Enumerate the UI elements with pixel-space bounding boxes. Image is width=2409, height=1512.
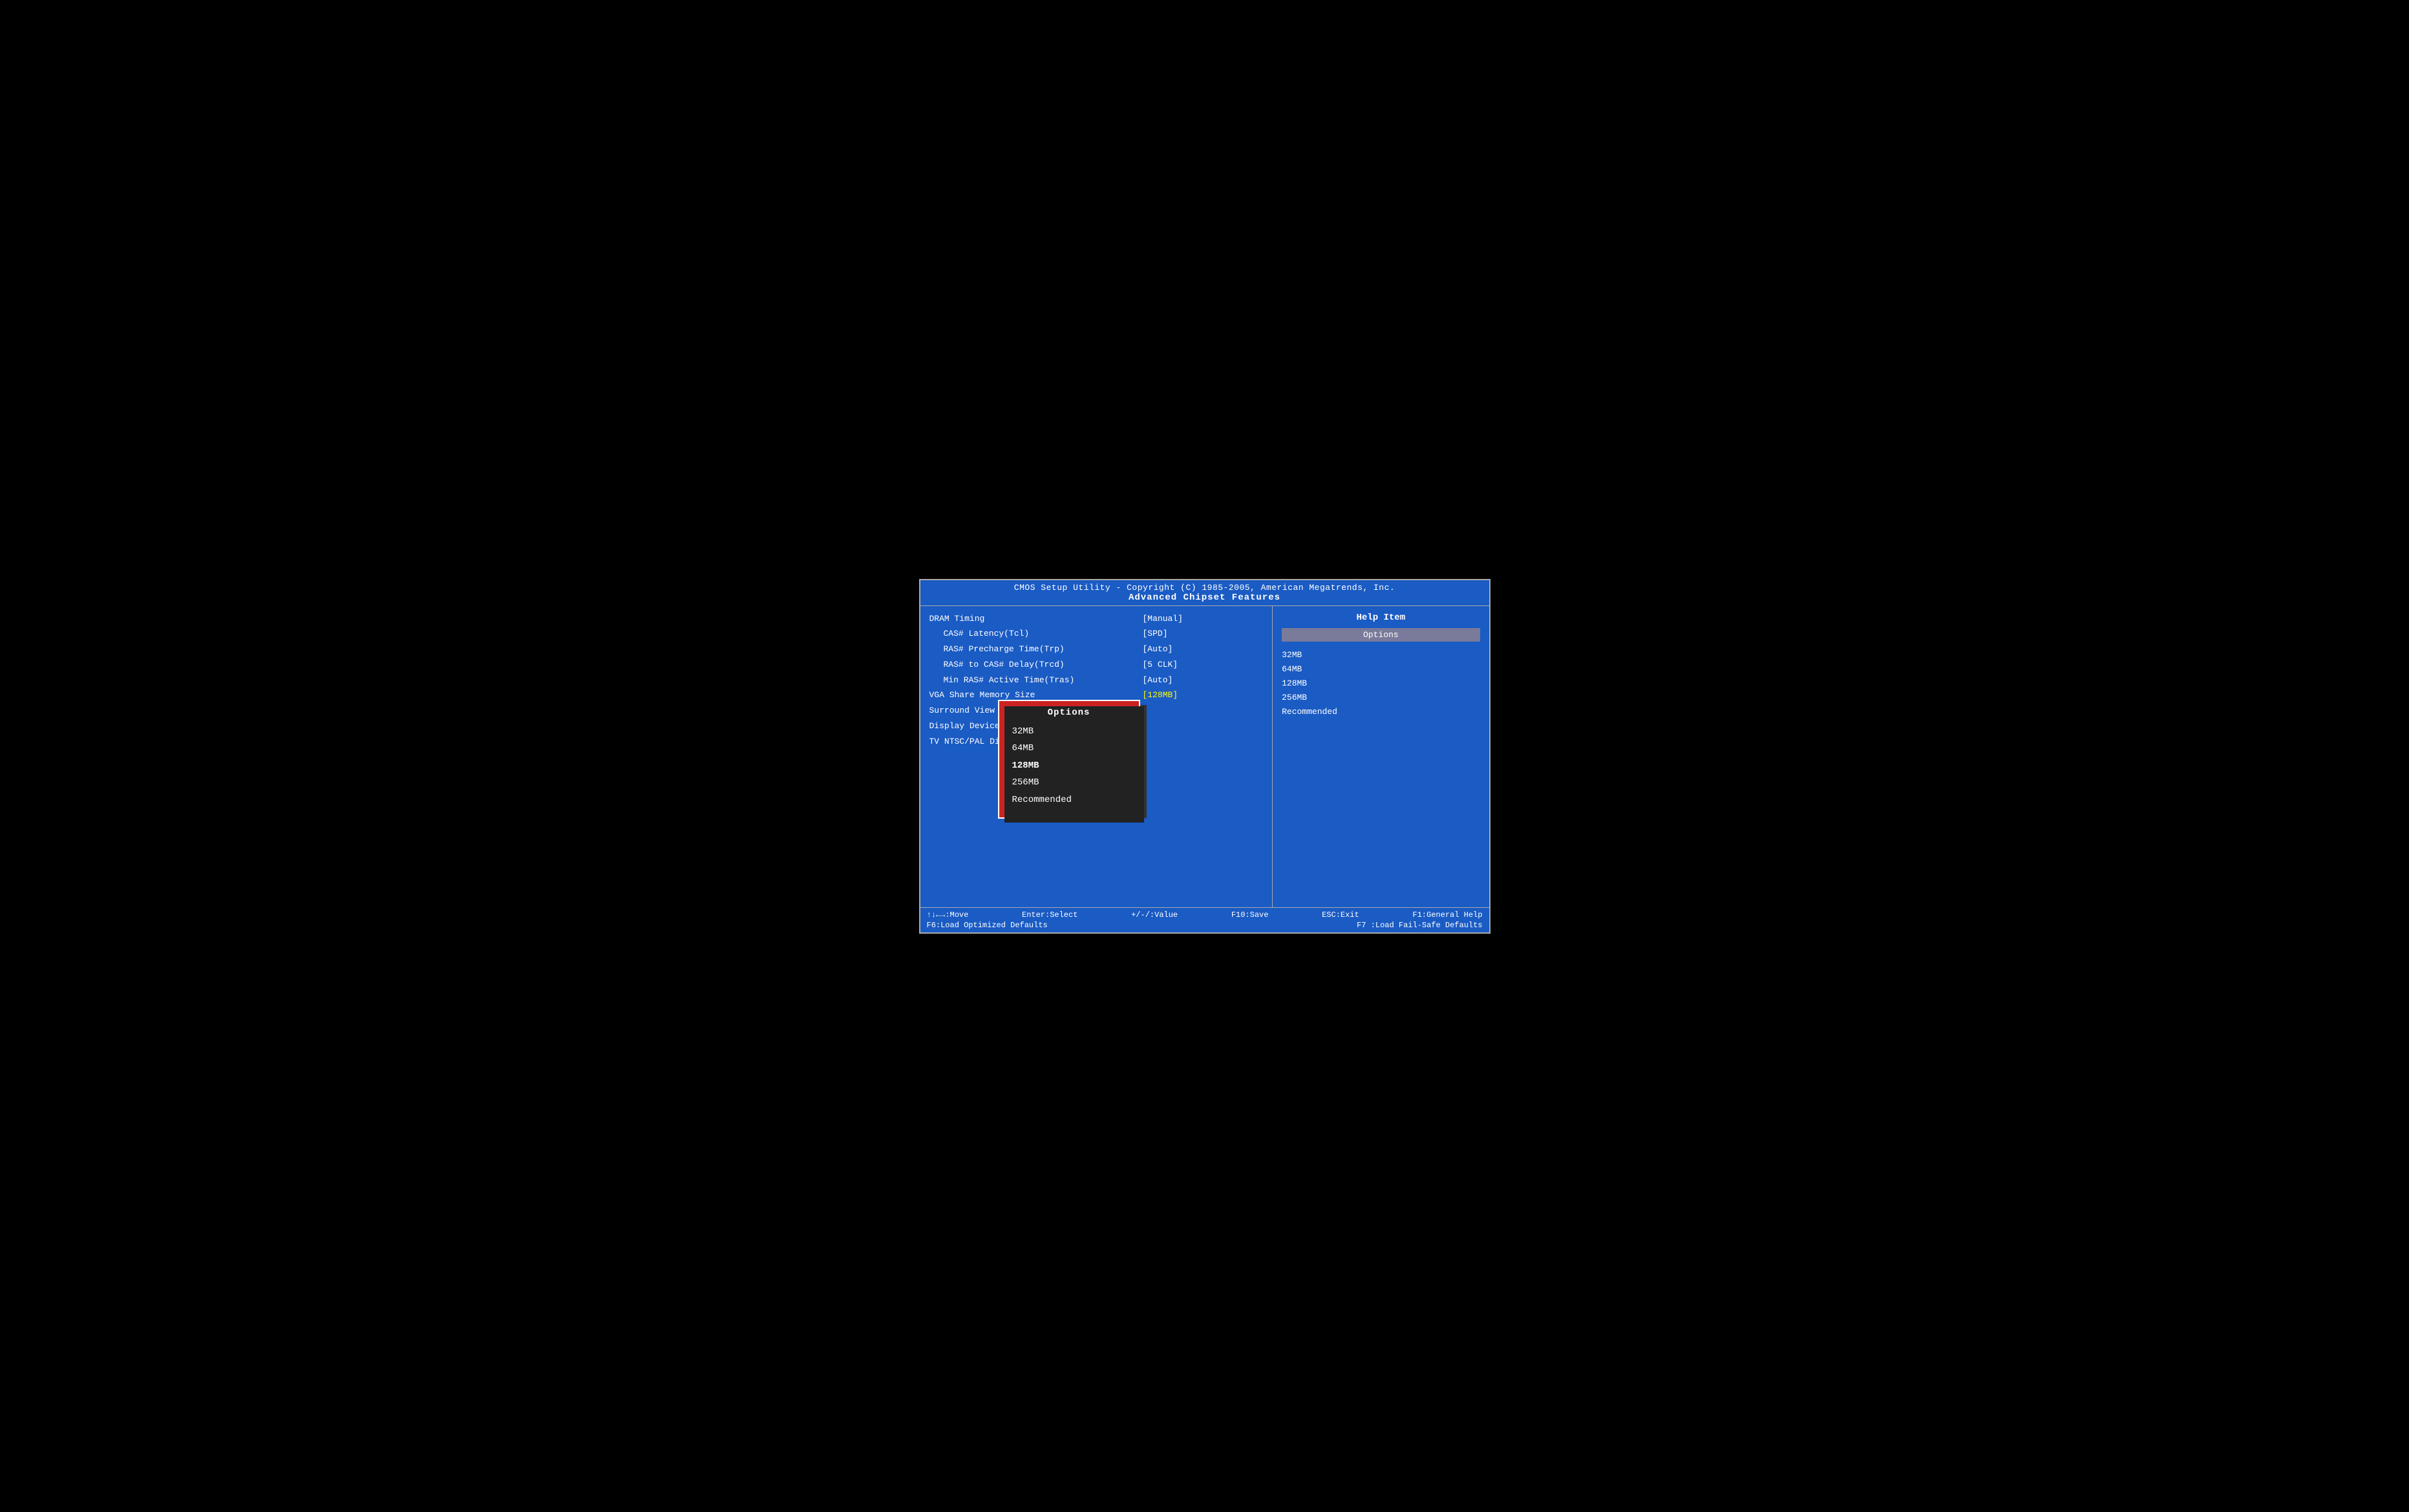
bios-screen: CMOS Setup Utility - Copyright (C) 1985-… [914, 574, 1496, 939]
menu-item-label: RAS# Precharge Time(Trp) [929, 643, 1143, 656]
left-panel: DRAM Timing[Manual]CAS# Latency(Tcl)[SPD… [920, 606, 1273, 907]
main-area: DRAM Timing[Manual]CAS# Latency(Tcl)[SPD… [920, 606, 1489, 907]
menu-item-value: [Auto] [1143, 643, 1173, 656]
help-option: 32MB [1282, 648, 1480, 662]
right-panel: Help Item Options 32MB64MB128MB256MBReco… [1273, 606, 1489, 907]
menu-item-label: Min RAS# Active Time(Tras) [929, 674, 1143, 688]
menu-item[interactable]: Min RAS# Active Time(Tras)[Auto] [929, 674, 1264, 688]
menu-item-label: CAS# Latency(Tcl) [929, 627, 1143, 641]
footer-row1: ↑↓←→:Move Enter:Select +/-/:Value F10:Sa… [927, 910, 1483, 919]
menu-item[interactable]: DRAM Timing[Manual] [929, 613, 1264, 626]
help-option: 64MB [1282, 662, 1480, 677]
help-title: Help Item [1282, 613, 1480, 623]
bios-container: CMOS Setup Utility - Copyright (C) 1985-… [919, 579, 1491, 934]
top-bar: CMOS Setup Utility - Copyright (C) 1985-… [920, 580, 1489, 606]
dropdown-list: 32MB64MB128MB256MBRecommended [1012, 723, 1126, 809]
bottom-bar: ↑↓←→:Move Enter:Select +/-/:Value F10:Sa… [920, 907, 1489, 932]
menu-item-label: DRAM Timing [929, 613, 1143, 626]
footer-f7: F7 :Load Fail-Safe Defaults [1357, 921, 1482, 930]
menu-item[interactable]: RAS# to CAS# Delay(Trcd)[5 CLK] [929, 658, 1264, 672]
menu-item[interactable]: RAS# Precharge Time(Trp)[Auto] [929, 643, 1264, 656]
menu-item-label: RAS# to CAS# Delay(Trcd) [929, 658, 1143, 672]
dropdown-option[interactable]: Recommended [1012, 792, 1126, 809]
options-bar: Options [1282, 628, 1480, 642]
footer-move: ↑↓←→:Move [927, 910, 969, 919]
dropdown-option[interactable]: 64MB [1012, 740, 1126, 757]
dropdown-popup[interactable]: Options 32MB64MB128MB256MBRecommended [998, 700, 1140, 819]
right-options-list: 32MB64MB128MB256MBRecommended [1282, 648, 1480, 719]
footer-enter: Enter:Select [1022, 910, 1077, 919]
dropdown-option[interactable]: 256MB [1012, 774, 1126, 792]
menu-item-value: [5 CLK] [1143, 658, 1178, 672]
footer-f6: F6:Load Optimized Defaults [927, 921, 1048, 930]
help-option: 128MB [1282, 677, 1480, 691]
dropdown-title: Options [1012, 708, 1126, 718]
title-line1: CMOS Setup Utility - Copyright (C) 1985-… [926, 583, 1484, 593]
menu-item[interactable]: CAS# Latency(Tcl)[SPD] [929, 627, 1264, 641]
menu-item-value: [Auto] [1143, 674, 1173, 688]
menu-item-value: [128MB] [1143, 689, 1178, 702]
menu-item-value: [Manual] [1143, 613, 1183, 626]
title-line2: Advanced Chipset Features [926, 593, 1484, 603]
help-option: Recommended [1282, 705, 1480, 719]
dropdown-option[interactable]: 128MB [1012, 757, 1126, 775]
footer-value: +/-/:Value [1131, 910, 1178, 919]
menu-item-value: [SPD] [1143, 627, 1168, 641]
footer-f1: F1:General Help [1412, 910, 1482, 919]
footer-row2: F6:Load Optimized Defaults F7 :Load Fail… [927, 921, 1483, 930]
footer-f10: F10:Save [1231, 910, 1269, 919]
help-option: 256MB [1282, 691, 1480, 705]
footer-esc: ESC:Exit [1322, 910, 1359, 919]
dropdown-option[interactable]: 32MB [1012, 723, 1126, 740]
